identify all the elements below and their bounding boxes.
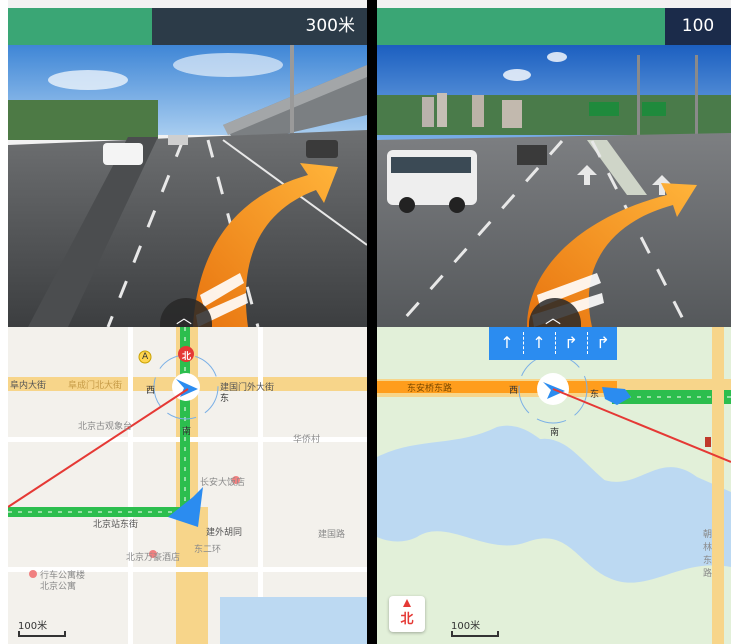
distance-readout: 300米 — [152, 8, 367, 45]
map-scale: 100米 — [451, 617, 499, 637]
map-street-label: 东安桥东路 — [407, 384, 453, 394]
map-street-label: 朝林东路 — [703, 530, 713, 579]
map-poi-label: 北京站东街 — [93, 520, 139, 530]
lane-divider — [555, 332, 556, 354]
guidance-bar — [8, 8, 152, 45]
map-street-label: 阜成门北大街 — [68, 381, 123, 391]
chevron-up-icon: ︿ — [545, 308, 562, 327]
map-poi-label: 建外胡同 — [206, 528, 243, 538]
map-poi-label: 华侨村 — [293, 435, 321, 445]
street-view-scene — [8, 45, 367, 327]
map-poi-label: 北京公寓 — [40, 582, 77, 592]
compass-button-label: 北 — [400, 612, 414, 627]
street-view-scene — [377, 45, 731, 327]
compass-east-label: 东 — [590, 390, 600, 400]
map-scale: 100米 — [18, 617, 66, 637]
map-poi-label: 东二环 — [194, 545, 222, 555]
compass-north-label: 北 — [182, 352, 192, 362]
panel-divider — [367, 0, 377, 644]
lane-right-turn-icon: ↱ — [564, 333, 578, 352]
compass-west-label: 西 — [509, 386, 519, 396]
north-compass-icon — [403, 599, 411, 607]
compass-west-label: 西 — [146, 386, 156, 396]
map-poi-label: 北京万豪酒店 — [126, 553, 181, 563]
distance-readout: 100米 — [665, 8, 731, 73]
navigation-map[interactable]: 阜内大街 阜成门北大街 建国门外大街 北京古观象台 华侨村 长安大饭店 北京站东… — [8, 327, 367, 644]
lane-straight-icon: ↑ — [500, 333, 514, 352]
map-poi-label: 北京古观象台 — [78, 422, 133, 432]
lane-guidance: ↑ ↑ ↱ ↱ — [489, 327, 617, 360]
left-navigation-panel: 300米 ︿ 阜内大街 阜成门北大街 建国门外大街 北京古观象台 华侨村 长安大… — [8, 0, 367, 644]
poi-marker-label: A — [142, 352, 149, 362]
lane-right-turn-icon: ↱ — [596, 333, 610, 352]
map-street-label: 阜内大街 — [10, 381, 47, 391]
compass-south-label: 南 — [550, 428, 560, 438]
lane-straight-icon: ↑ — [532, 333, 546, 352]
north-compass-button[interactable]: 北 — [389, 596, 425, 632]
right-navigation-panel: 100米 — [377, 0, 731, 644]
lane-divider — [587, 332, 588, 354]
map-poi-label: 长安大饭店 — [200, 478, 246, 488]
lane-divider — [523, 332, 524, 354]
compass-east-label: 东 — [220, 394, 230, 404]
map-poi-label: 建国路 — [318, 530, 346, 540]
compass-south-label: 南 — [182, 427, 192, 437]
chevron-up-icon: ︿ — [176, 308, 193, 327]
guidance-bar — [377, 8, 665, 45]
navigation-map[interactable]: ↑ ↑ ↱ ↱ 东安桥东路 西 东 南 朝林东路 北 100米 — [377, 327, 731, 644]
